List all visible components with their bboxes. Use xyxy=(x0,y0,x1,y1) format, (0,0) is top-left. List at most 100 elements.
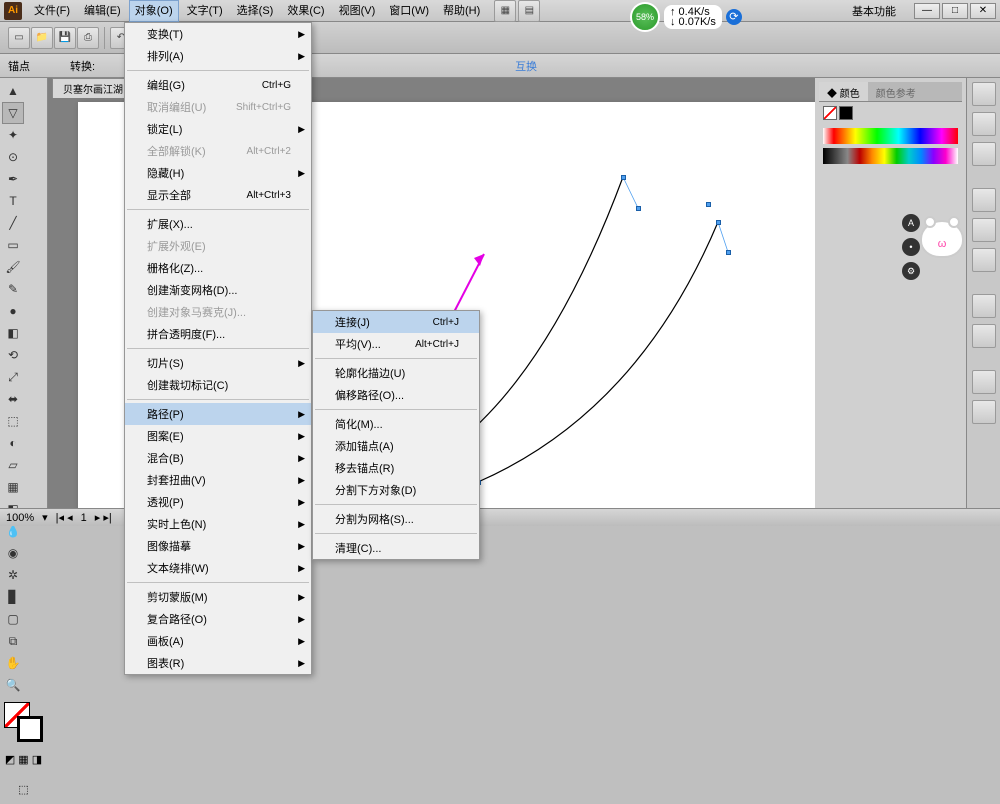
eraser-tool-icon[interactable]: ◧ xyxy=(2,322,24,344)
none-swatch[interactable] xyxy=(823,106,837,120)
dock-stroke-icon[interactable] xyxy=(972,188,996,212)
menu-item[interactable]: 编组(G)Ctrl+G xyxy=(125,74,311,96)
dock-brushes-icon[interactable] xyxy=(972,112,996,136)
menu-item[interactable]: 图表(R)▶ xyxy=(125,652,311,674)
page-number[interactable]: 1 xyxy=(81,512,87,524)
dock-symbols-icon[interactable] xyxy=(972,142,996,166)
dock-graphic-styles-icon[interactable] xyxy=(972,324,996,348)
menu-object[interactable]: 对象(O) xyxy=(129,0,179,22)
menu-item[interactable]: 创建裁切标记(C) xyxy=(125,374,311,396)
menu-item[interactable]: 排列(A)▶ xyxy=(125,45,311,67)
menu-item[interactable]: 拼合透明度(F)... xyxy=(125,323,311,345)
type-tool-icon[interactable]: T xyxy=(2,190,24,212)
submenu-item[interactable]: 平均(V)...Alt+Ctrl+J xyxy=(313,333,479,355)
layout-icon[interactable]: ▦ xyxy=(494,0,516,22)
handle-point[interactable] xyxy=(726,250,731,255)
menu-view[interactable]: 视图(V) xyxy=(333,0,382,22)
menu-item[interactable]: 实时上色(N)▶ xyxy=(125,513,311,535)
minimize-button[interactable]: — xyxy=(914,3,940,19)
symbol-sprayer-tool-icon[interactable]: ✲ xyxy=(2,564,24,586)
menu-item[interactable]: 扩展(X)... xyxy=(125,213,311,235)
save-icon[interactable]: 💾 xyxy=(54,27,76,49)
accel-icon[interactable]: ⟳ xyxy=(726,9,742,25)
submenu-item[interactable]: 分割为网格(S)... xyxy=(313,508,479,530)
menu-item[interactable]: 创建渐变网格(D)... xyxy=(125,279,311,301)
submenu-item[interactable]: 清理(C)... xyxy=(313,537,479,559)
menu-edit[interactable]: 编辑(E) xyxy=(78,0,127,22)
menu-select[interactable]: 选择(S) xyxy=(231,0,280,22)
stroke-swatch[interactable] xyxy=(17,716,43,742)
close-button[interactable]: ✕ xyxy=(970,3,996,19)
menu-item[interactable]: 图像描摹▶ xyxy=(125,535,311,557)
line-tool-icon[interactable]: ╱ xyxy=(2,212,24,234)
color-tab[interactable]: ◆ 颜色 xyxy=(819,82,868,101)
mascot-a-icon[interactable]: A xyxy=(902,214,920,232)
color-spectrum[interactable] xyxy=(823,128,958,144)
menu-item[interactable]: 切片(S)▶ xyxy=(125,352,311,374)
menu-type[interactable]: 文字(T) xyxy=(181,0,229,22)
anchor-point[interactable] xyxy=(621,175,626,180)
workspace-label[interactable]: 基本功能 xyxy=(852,3,896,19)
artboard-tool-icon[interactable]: ▢ xyxy=(2,608,24,630)
dock-transparency-icon[interactable] xyxy=(972,248,996,272)
fill-stroke-swatch[interactable] xyxy=(2,700,45,744)
menu-item[interactable]: 透视(P)▶ xyxy=(125,491,311,513)
dock-gradient-icon[interactable] xyxy=(972,218,996,242)
magic-wand-tool-icon[interactable]: ✦ xyxy=(2,124,24,146)
menu-effect[interactable]: 效果(C) xyxy=(281,0,330,22)
direct-selection-tool-icon[interactable]: ▽ xyxy=(2,102,24,124)
scale-tool-icon[interactable]: ⤢ xyxy=(2,366,24,388)
open-icon[interactable]: 📁 xyxy=(31,27,53,49)
black-swatch[interactable] xyxy=(839,106,853,120)
document-tab[interactable]: 贝塞尔画江湖 xyxy=(52,78,134,98)
menu-item[interactable]: 显示全部Alt+Ctrl+3 xyxy=(125,184,311,206)
color-spectrum-2[interactable] xyxy=(823,148,958,164)
perspective-tool-icon[interactable]: ▱ xyxy=(2,454,24,476)
screen-mode-icon[interactable]: ⬚ xyxy=(2,774,45,804)
blend-tool-icon[interactable]: ◉ xyxy=(2,542,24,564)
dock-layers-icon[interactable] xyxy=(972,370,996,394)
width-tool-icon[interactable]: ⬌ xyxy=(2,388,24,410)
dock-artboards-icon[interactable] xyxy=(972,400,996,424)
slice-tool-icon[interactable]: ⧉ xyxy=(2,630,24,652)
submenu-item[interactable]: 添加锚点(A) xyxy=(313,435,479,457)
lasso-tool-icon[interactable]: ⊙ xyxy=(2,146,24,168)
shape-builder-tool-icon[interactable]: ◐ xyxy=(2,432,24,454)
submenu-item[interactable]: 简化(M)... xyxy=(313,413,479,435)
anchor-point[interactable] xyxy=(716,220,721,225)
menu-item[interactable]: 复合路径(O)▶ xyxy=(125,608,311,630)
menu-item[interactable]: 路径(P)▶ xyxy=(125,403,311,425)
bridge-icon[interactable]: ▤ xyxy=(518,0,540,22)
submenu-item[interactable]: 连接(J)Ctrl+J xyxy=(313,311,479,333)
menu-item[interactable]: 剪切蒙版(M)▶ xyxy=(125,586,311,608)
swap-button[interactable]: 互换 xyxy=(515,58,537,74)
submenu-item[interactable]: 轮廓化描边(U) xyxy=(313,362,479,384)
menu-help[interactable]: 帮助(H) xyxy=(437,0,486,22)
mesh-tool-icon[interactable]: ▦ xyxy=(2,476,24,498)
pen-tool-icon[interactable]: ✒ xyxy=(2,168,24,190)
print-icon[interactable]: ⎙ xyxy=(77,27,99,49)
dock-swatches-icon[interactable] xyxy=(972,82,996,106)
rotate-tool-icon[interactable]: ⟲ xyxy=(2,344,24,366)
menu-item[interactable]: 图案(E)▶ xyxy=(125,425,311,447)
menu-item[interactable]: 隐藏(H)▶ xyxy=(125,162,311,184)
menu-item[interactable]: 变换(T)▶ xyxy=(125,23,311,45)
mascot-gear-icon[interactable]: ⚙ xyxy=(902,262,920,280)
zoom-tool-icon[interactable]: 🔍 xyxy=(2,674,24,696)
pencil-tool-icon[interactable]: ✎ xyxy=(2,278,24,300)
menu-item[interactable]: 画板(A)▶ xyxy=(125,630,311,652)
submenu-item[interactable]: 偏移路径(O)... xyxy=(313,384,479,406)
menu-item[interactable]: 封套扭曲(V)▶ xyxy=(125,469,311,491)
brush-tool-icon[interactable]: 🖌 xyxy=(2,256,24,278)
maximize-button[interactable]: □ xyxy=(942,3,968,19)
mascot-widget[interactable]: A • ⚙ ω xyxy=(920,220,970,280)
menu-item[interactable]: 文本绕排(W)▶ xyxy=(125,557,311,579)
mascot-dot-icon[interactable]: • xyxy=(902,238,920,256)
menu-window[interactable]: 窗口(W) xyxy=(383,0,435,22)
dock-appearance-icon[interactable] xyxy=(972,294,996,318)
submenu-item[interactable]: 移去锚点(R) xyxy=(313,457,479,479)
menu-item[interactable]: 锁定(L)▶ xyxy=(125,118,311,140)
blob-brush-tool-icon[interactable]: ● xyxy=(2,300,24,322)
color-guide-tab[interactable]: 颜色参考 xyxy=(868,82,924,101)
color-mode-icons[interactable]: ◩ ▦ ◨ xyxy=(2,744,45,774)
